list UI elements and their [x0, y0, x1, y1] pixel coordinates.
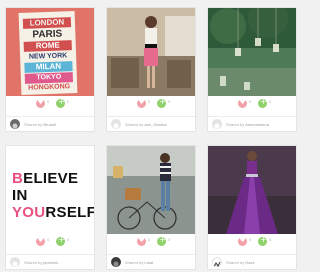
username-link[interactable]: ann_Slomka — [144, 122, 166, 127]
heart-icon[interactable] — [137, 97, 146, 108]
poster-text: HONGKONG — [28, 83, 71, 92]
shared-by: Shared by Bruanti — [24, 122, 56, 127]
add-icon[interactable] — [157, 97, 166, 108]
username-link[interactable]: Anemaxtrena — [245, 122, 269, 127]
pin-image[interactable] — [107, 8, 195, 96]
poster-text: MILAN — [24, 61, 73, 73]
heart-icon[interactable] — [238, 235, 247, 246]
purple-dress-photo — [208, 146, 296, 234]
pin-actions: 0 0 — [107, 235, 195, 249]
shared-by-label: Shared by — [24, 260, 43, 265]
poster-text: PARIS — [32, 28, 63, 41]
avatar[interactable] — [212, 257, 222, 267]
heart-icon[interactable] — [36, 235, 45, 246]
bicycle-fashion-photo — [107, 146, 195, 234]
pin-card[interactable]: 0 0 Shared by Lstat — [107, 146, 195, 269]
username-link[interactable]: Haze — [245, 260, 254, 265]
add-count: 0 — [269, 237, 272, 242]
avatar[interactable] — [10, 257, 20, 267]
pin-image[interactable] — [107, 146, 195, 234]
pin-footer: Shared by Haze — [208, 254, 296, 269]
pin-card[interactable]: BELIEVE IN YOURSELF 0 0 Shared by jamesh… — [6, 146, 94, 269]
add-icon[interactable] — [56, 97, 65, 108]
pin-footer: Shared by jameshk — [6, 254, 94, 269]
woman-fashion-photo — [107, 8, 195, 96]
pin-footer: Shared by ann_Slomka — [107, 116, 195, 131]
shared-by-label: Shared by — [24, 122, 43, 127]
shared-by-label: Shared by — [226, 122, 245, 127]
add-icon[interactable] — [258, 97, 267, 108]
pin-image[interactable]: BELIEVE IN YOURSELF — [6, 146, 94, 234]
shared-by: Shared by Lstat — [125, 260, 153, 265]
add-count: 0 — [67, 99, 70, 104]
shared-by-label: Shared by — [125, 122, 144, 127]
add-count: 0 — [168, 237, 171, 242]
username-link[interactable]: Bruanti — [43, 122, 56, 127]
pin-image[interactable] — [208, 146, 296, 234]
add-count: 0 — [168, 99, 171, 104]
pin-footer: Shared by Lstat — [107, 254, 195, 269]
like-count: 0 — [249, 237, 252, 242]
like-count: 0 — [47, 99, 50, 104]
avatar[interactable] — [111, 119, 121, 129]
pin-card[interactable]: 0 0 Shared by Haze — [208, 146, 296, 269]
pin-footer: Shared by Anemaxtrena — [208, 116, 296, 131]
like-count: 0 — [148, 237, 151, 242]
pin-actions: 0 0 — [208, 97, 296, 111]
shared-by: Shared by Haze — [226, 260, 255, 265]
avatar[interactable] — [111, 257, 121, 267]
believe-in-yourself-quote: BELIEVE IN YOURSELF — [12, 170, 94, 221]
quote-text: YOU — [12, 204, 46, 221]
pin-card[interactable]: 0 0 Shared by Anemaxtrena — [208, 8, 296, 131]
quote-text: B — [12, 170, 24, 187]
poster-text: ROME — [23, 40, 72, 52]
avatar[interactable] — [212, 119, 222, 129]
shared-by: Shared by ann_Slomka — [125, 122, 167, 127]
add-count: 0 — [67, 237, 70, 242]
shared-by-label: Shared by — [226, 260, 245, 265]
heart-icon[interactable] — [137, 235, 146, 246]
pin-card[interactable]: 0 0 Shared by ann_Slomka — [107, 8, 195, 131]
like-count: 0 — [47, 237, 50, 242]
pin-actions: 0 0 — [6, 97, 94, 111]
tree-lanterns-photo — [208, 8, 296, 96]
add-icon[interactable] — [157, 235, 166, 246]
pin-actions: 0 0 — [6, 235, 94, 249]
username-link[interactable]: jameshk — [43, 260, 58, 265]
like-count: 0 — [249, 99, 252, 104]
pin-card[interactable]: LONDON PARIS ROME NEW YORK MILAN TOKYO H… — [6, 8, 94, 131]
shared-by: Shared by jameshk — [24, 260, 58, 265]
quote-text: RSELF — [45, 204, 94, 221]
city-names-poster-image: LONDON PARIS ROME NEW YORK MILAN TOKYO H… — [18, 11, 78, 95]
add-icon[interactable] — [258, 235, 267, 246]
add-icon[interactable] — [56, 235, 65, 246]
shared-by-label: Shared by — [125, 260, 144, 265]
poster-text: LONDON — [22, 17, 72, 29]
heart-icon[interactable] — [36, 97, 45, 108]
shared-by: Shared by Anemaxtrena — [226, 122, 269, 127]
add-count: 0 — [269, 99, 272, 104]
like-count: 0 — [148, 99, 151, 104]
username-link[interactable]: Lstat — [144, 260, 153, 265]
avatar[interactable] — [10, 119, 20, 129]
heart-icon[interactable] — [238, 97, 247, 108]
pin-image[interactable]: LONDON PARIS ROME NEW YORK MILAN TOKYO H… — [6, 8, 94, 96]
pin-actions: 0 0 — [107, 97, 195, 111]
pin-footer: Shared by Bruanti — [6, 116, 94, 131]
pin-image[interactable] — [208, 8, 296, 96]
pin-actions: 0 0 — [208, 235, 296, 249]
